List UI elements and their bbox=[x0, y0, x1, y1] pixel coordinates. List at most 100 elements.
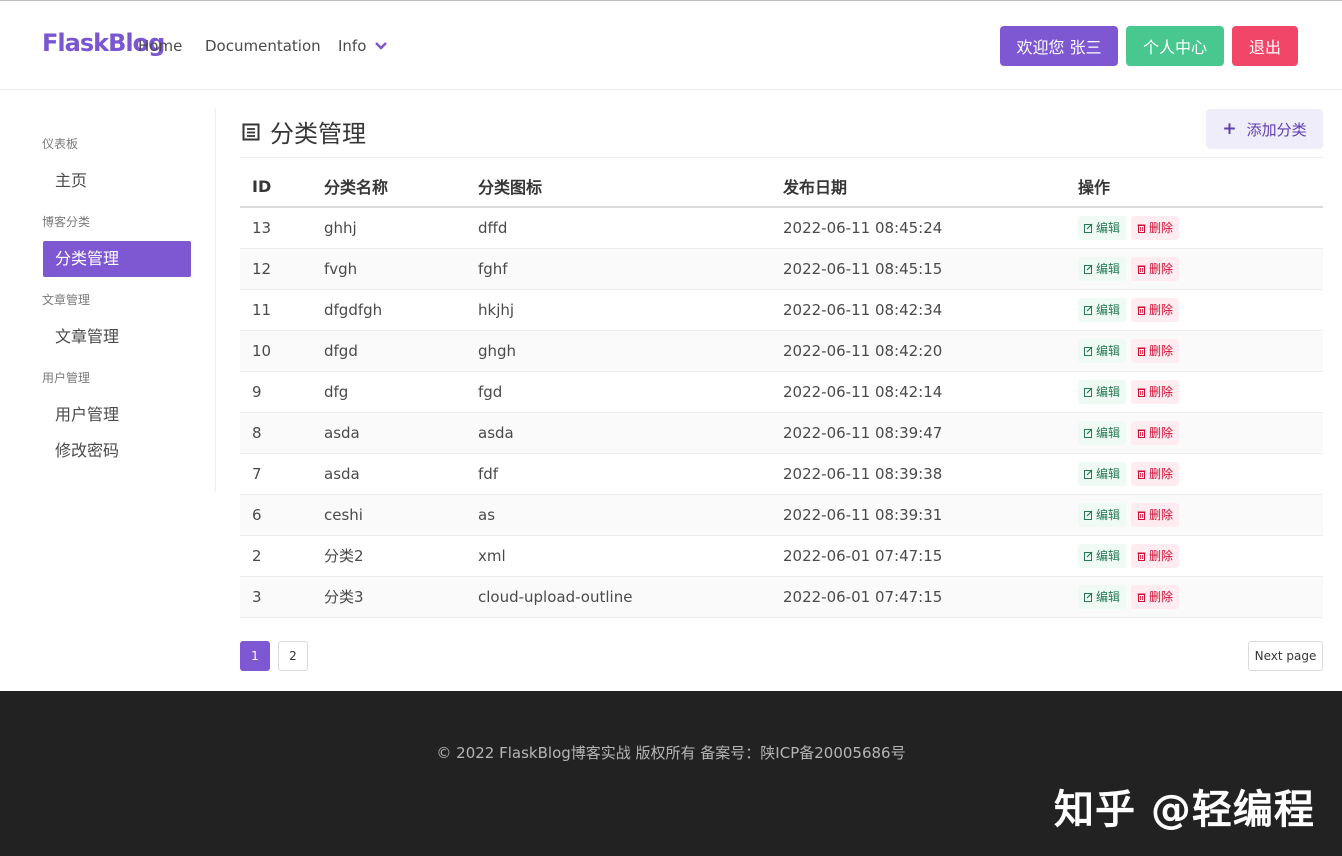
cell-actions: 编辑 删除 bbox=[1066, 412, 1323, 454]
edit-button[interactable]: 编辑 bbox=[1078, 543, 1127, 568]
edit-button[interactable]: 编辑 bbox=[1078, 297, 1127, 322]
edit-icon bbox=[1084, 469, 1093, 479]
add-category-label: 添加分类 bbox=[1246, 120, 1307, 139]
trash-icon bbox=[1137, 388, 1146, 397]
nav-info-label: Info bbox=[338, 37, 367, 55]
cell-actions: 编辑 删除 bbox=[1066, 453, 1323, 495]
cell-id: 10 bbox=[240, 330, 312, 372]
list-icon bbox=[242, 123, 260, 140]
delete-button[interactable]: 删除 bbox=[1131, 461, 1180, 486]
cell-actions: 编辑 删除 bbox=[1066, 248, 1323, 290]
delete-label: 删除 bbox=[1149, 221, 1174, 236]
nav-info-dropdown[interactable]: Info bbox=[338, 37, 388, 55]
edit-button[interactable]: 编辑 bbox=[1078, 502, 1127, 527]
delete-button[interactable]: 删除 bbox=[1131, 338, 1180, 363]
logout-button[interactable]: 退出 bbox=[1232, 26, 1298, 66]
page-footer: © 2022 FlaskBlog博客实战 版权所有 备案号：陕ICP备20005… bbox=[0, 691, 1342, 856]
column-header-name: 分类名称 bbox=[312, 166, 466, 208]
profile-button[interactable]: 个人中心 bbox=[1126, 26, 1224, 66]
cell-id: 6 bbox=[240, 494, 312, 536]
sidebar-item-category-management[interactable]: 分类管理 bbox=[43, 241, 191, 277]
cell-id: 12 bbox=[240, 248, 312, 290]
delete-button[interactable]: 删除 bbox=[1131, 379, 1180, 404]
cell-date: 2022-06-11 08:45:24 bbox=[771, 207, 1066, 249]
trash-icon bbox=[1137, 511, 1146, 520]
cell-name: 分类2 bbox=[312, 535, 466, 577]
delete-button[interactable]: 删除 bbox=[1131, 297, 1180, 322]
next-page-button[interactable]: Next page bbox=[1248, 641, 1323, 671]
delete-button[interactable]: 删除 bbox=[1131, 215, 1180, 240]
cell-date: 2022-06-11 08:39:31 bbox=[771, 494, 1066, 536]
cell-actions: 编辑 删除 bbox=[1066, 330, 1323, 372]
pagination-page-2[interactable]: 2 bbox=[278, 641, 308, 671]
trash-icon bbox=[1137, 429, 1146, 438]
delete-label: 删除 bbox=[1149, 426, 1174, 440]
edit-label: 编辑 bbox=[1096, 262, 1121, 276]
table-row: 8 asda asda 2022-06-11 08:39:47 编辑 删除 bbox=[240, 412, 1323, 454]
table-row: 12 fvgh fghf 2022-06-11 08:45:15 编辑 删除 bbox=[240, 248, 1323, 290]
cell-date: 2022-06-11 08:45:15 bbox=[771, 248, 1066, 290]
cell-id: 11 bbox=[240, 289, 312, 331]
title-divider bbox=[240, 157, 1323, 158]
edit-label: 编辑 bbox=[1096, 385, 1121, 399]
add-category-button[interactable]: + 添加分类 bbox=[1206, 109, 1323, 149]
trash-icon bbox=[1137, 593, 1146, 602]
column-header-date: 发布日期 bbox=[771, 166, 1066, 208]
table-body: 13 ghhj dffd 2022-06-11 08:45:24 编辑 删除 12 fvgh f… bbox=[240, 207, 1323, 618]
delete-button[interactable]: 删除 bbox=[1131, 584, 1180, 609]
delete-label: 删除 bbox=[1149, 385, 1174, 399]
edit-button[interactable]: 编辑 bbox=[1078, 420, 1127, 445]
delete-label: 删除 bbox=[1149, 344, 1174, 358]
pagination-page-1[interactable]: 1 bbox=[240, 641, 270, 671]
cell-date: 2022-06-11 08:42:20 bbox=[771, 330, 1066, 372]
nav-documentation-link[interactable]: Documentation bbox=[205, 37, 321, 55]
edit-button[interactable]: 编辑 bbox=[1078, 379, 1127, 404]
cell-actions: 编辑 删除 bbox=[1066, 494, 1323, 536]
cell-name: asda bbox=[312, 412, 466, 454]
table-row: 10 dfgd ghgh 2022-06-11 08:42:20 编辑 删除 bbox=[240, 330, 1323, 372]
edit-icon bbox=[1084, 387, 1093, 397]
category-table: ID 分类名称 分类图标 发布日期 操作 13 ghhj dffd 2022-06-1… bbox=[240, 166, 1323, 618]
cell-actions: 编辑 删除 bbox=[1066, 371, 1323, 413]
delete-label: 删除 bbox=[1149, 549, 1174, 563]
delete-button[interactable]: 删除 bbox=[1131, 420, 1180, 445]
sidebar-item-change-password[interactable]: 修改密码 bbox=[43, 433, 191, 469]
welcome-user-button[interactable]: 欢迎您 张三 bbox=[1000, 26, 1118, 66]
delete-button[interactable]: 删除 bbox=[1131, 543, 1180, 568]
edit-icon bbox=[1084, 510, 1093, 520]
cell-icon: ghgh bbox=[466, 330, 771, 372]
edit-button[interactable]: 编辑 bbox=[1078, 461, 1127, 486]
sidebar-item-user-management[interactable]: 用户管理 bbox=[43, 397, 191, 433]
edit-icon bbox=[1084, 551, 1093, 561]
edit-icon bbox=[1084, 592, 1093, 602]
edit-label: 编辑 bbox=[1096, 508, 1121, 522]
edit-icon bbox=[1084, 305, 1093, 315]
edit-label: 编辑 bbox=[1096, 344, 1121, 358]
trash-icon bbox=[1137, 470, 1146, 479]
sidebar-item-article-management[interactable]: 文章管理 bbox=[43, 319, 191, 355]
cell-date: 2022-06-11 08:42:34 bbox=[771, 289, 1066, 331]
delete-button[interactable]: 删除 bbox=[1131, 256, 1180, 281]
nav-home-link[interactable]: Home bbox=[138, 37, 182, 55]
page-title-text: 分类管理 bbox=[270, 120, 366, 148]
delete-button[interactable]: 删除 bbox=[1131, 502, 1180, 527]
sidebar-item-home[interactable]: 主页 bbox=[43, 163, 191, 199]
trash-icon bbox=[1137, 224, 1146, 233]
menu-label-blog-category: 博客分类 bbox=[42, 215, 91, 229]
cell-date: 2022-06-01 07:47:15 bbox=[771, 576, 1066, 618]
cell-name: dfgd bbox=[312, 330, 466, 372]
column-header-id: ID bbox=[240, 166, 312, 208]
cell-actions: 编辑 删除 bbox=[1066, 289, 1323, 331]
edit-button[interactable]: 编辑 bbox=[1078, 338, 1127, 363]
plus-icon: + bbox=[1222, 119, 1237, 139]
edit-button[interactable]: 编辑 bbox=[1078, 584, 1127, 609]
trash-icon bbox=[1137, 552, 1146, 561]
edit-label: 编辑 bbox=[1096, 467, 1121, 481]
edit-button[interactable]: 编辑 bbox=[1078, 256, 1127, 281]
cell-icon: cloud-upload-outline bbox=[466, 576, 771, 618]
cell-actions: 编辑 删除 bbox=[1066, 207, 1323, 249]
cell-id: 13 bbox=[240, 207, 312, 249]
cell-name: ghhj bbox=[312, 207, 466, 249]
cell-name: ceshi bbox=[312, 494, 466, 536]
edit-button[interactable]: 编辑 bbox=[1078, 215, 1127, 240]
